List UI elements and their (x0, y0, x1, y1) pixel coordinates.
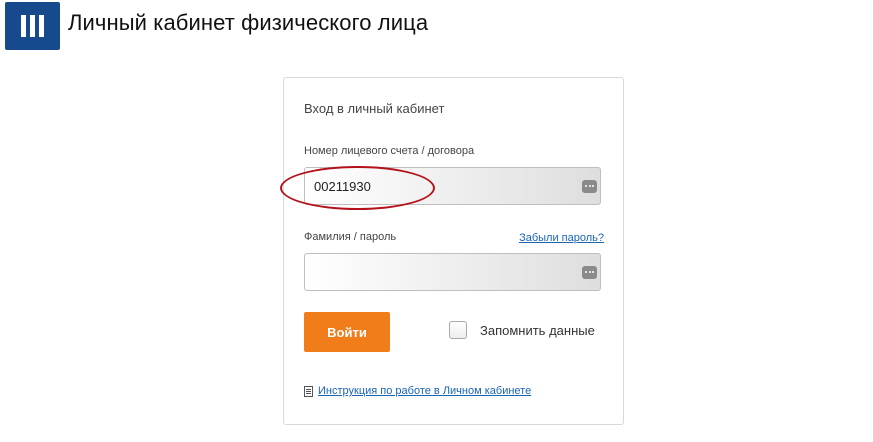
account-input-value: 00211930 (314, 179, 371, 194)
bank-logo-icon (5, 2, 60, 50)
password-input[interactable] (304, 253, 601, 291)
forgot-password-link[interactable]: Забыли пароль? (519, 232, 604, 244)
document-icon (304, 386, 313, 397)
dots-keyboard-icon[interactable] (582, 266, 597, 279)
login-panel-title: Вход в личный кабинет (304, 101, 445, 116)
page-title: Личный кабинет физического лица (68, 10, 429, 35)
instruction-link[interactable]: Инструкция по работе в Личном кабинете (318, 385, 531, 397)
account-input[interactable]: 00211930 (304, 167, 601, 205)
account-label: Номер лицевого счета / договора (304, 145, 475, 157)
dots-keyboard-icon[interactable] (582, 180, 597, 193)
login-panel: Вход в личный кабинет Номер лицевого сче… (280, 77, 624, 425)
remember-checkbox[interactable] (449, 321, 467, 339)
remember-label[interactable]: Запомнить данные (480, 323, 595, 338)
login-button[interactable]: Войти (304, 312, 390, 352)
password-label: Фамилия / пароль (304, 231, 397, 243)
